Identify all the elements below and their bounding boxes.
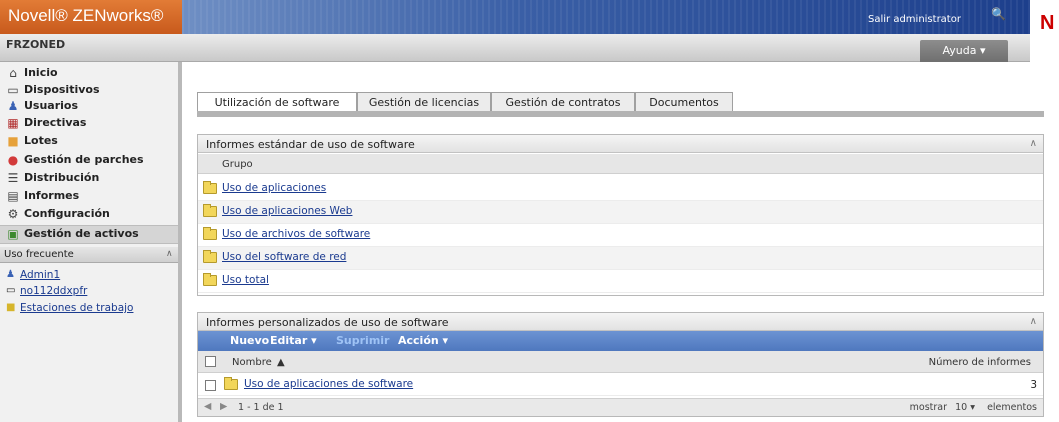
folder-icon (203, 250, 217, 263)
sidebar-item-distribucion[interactable]: Distribución (24, 171, 99, 187)
row-checkbox[interactable] (205, 380, 216, 391)
search-icon[interactable]: 🔍 (991, 7, 1006, 21)
group-column-header: Grupo (198, 154, 1043, 174)
frequent-item-workstations[interactable]: Estaciones de trabajo (20, 302, 133, 314)
reports-icon: ▤ (7, 189, 19, 203)
tab-gestion-licencias[interactable]: Gestión de licencias (357, 92, 491, 112)
folder-icon (203, 181, 217, 194)
next-page-icon[interactable]: ▶ (220, 401, 227, 412)
page-size-select[interactable]: 10 ▾ (955, 402, 975, 413)
frequent-item-admin1[interactable]: Admin1 (20, 269, 60, 281)
tab-documentos[interactable]: Documentos (635, 92, 733, 112)
folder-icon: ■ (6, 302, 16, 313)
table-row: Uso de aplicaciones Web (198, 201, 1043, 224)
report-link[interactable]: Uso de aplicaciones (222, 182, 326, 194)
frequent-item-device[interactable]: no112ddxpfr (20, 285, 87, 297)
user-icon: ♟ (6, 269, 15, 280)
sidebar-item-configuracion[interactable]: Configuración (24, 207, 110, 223)
device-icon: ▭ (7, 83, 19, 97)
logout-link[interactable]: Salir administrator (868, 14, 961, 25)
sidebar-item-gestion-parches[interactable]: Gestión de parches (24, 153, 144, 169)
report-link[interactable]: Uso de aplicaciones de software (244, 378, 413, 390)
patch-icon: ● (7, 153, 19, 167)
sidebar-item-directivas[interactable]: Directivas (24, 116, 86, 132)
action-toolbar: Nuevo Editar ▾ Suprimir Acción ▾ (198, 331, 1043, 351)
page-size-prefix: mostrar (909, 402, 947, 413)
computer-icon: ▭ (6, 285, 16, 296)
name-column-label[interactable]: Nombre (232, 357, 272, 368)
sidebar-item-usuarios[interactable]: Usuarios (24, 99, 78, 115)
standard-reports-panel: Informes estándar de uso de software ∧ G… (197, 134, 1044, 296)
app-title: Novell® ZENworks® (0, 0, 182, 34)
home-icon: ⌂ (9, 66, 17, 80)
asset-management-icon: ▣ (7, 227, 19, 241)
sort-ascending-icon[interactable]: ▲ (277, 357, 285, 368)
collapse-icon[interactable]: ∧ (1030, 316, 1037, 327)
table-row: Uso de archivos de software (198, 224, 1043, 247)
group-column-label: Grupo (222, 159, 253, 170)
action-menu[interactable]: Acción ▾ (398, 334, 448, 347)
sidebar-item-informes[interactable]: Informes (24, 189, 79, 205)
page-range: 1 - 1 de 1 (238, 402, 284, 413)
report-count: 3 (1030, 379, 1037, 391)
table-row: Uso de aplicaciones (198, 178, 1043, 201)
sidebar-item-dispositivos[interactable]: Dispositivos (24, 83, 100, 99)
bundle-icon: ■ (7, 134, 19, 148)
folder-icon (203, 273, 217, 286)
users-icon: ♟ (7, 99, 19, 113)
tab-utilizacion-software[interactable]: Utilización de software (197, 92, 357, 112)
sidebar-item-lotes[interactable]: Lotes (24, 134, 58, 150)
sidebar-item-inicio[interactable]: Inicio (24, 66, 58, 82)
report-link[interactable]: Uso total (222, 274, 269, 286)
count-column-label[interactable]: Número de informes (929, 357, 1031, 368)
frequent-use-header: Uso frecuente (0, 247, 178, 263)
table-row: Uso del software de red (198, 247, 1043, 270)
app-header: Novell® ZENworks® Salir administrator 🔍 … (0, 0, 1059, 34)
folder-icon (224, 377, 238, 390)
zone-bar: FRZONED (0, 34, 1030, 62)
select-all-checkbox[interactable] (205, 356, 216, 367)
collapse-icon[interactable]: ∧ (166, 249, 173, 259)
tab-underline (197, 111, 1044, 117)
table-row: Uso total (198, 270, 1043, 293)
previous-page-icon[interactable]: ◀ (204, 401, 211, 412)
standard-reports-title: Informes estándar de uso de software (198, 135, 1043, 153)
report-link[interactable]: Uso de archivos de software (222, 228, 370, 240)
report-link[interactable]: Uso del software de red (222, 251, 346, 263)
table-row: Uso de aplicaciones de software 3 (198, 374, 1043, 396)
delete-button[interactable]: Suprimir (336, 334, 389, 347)
sidebar-item-gestion-activos[interactable]: Gestión de activos (24, 227, 139, 243)
configuration-icon: ⚙ (7, 207, 19, 221)
collapse-icon[interactable]: ∧ (1030, 138, 1037, 149)
custom-table-header: Nombre ▲ Número de informes (198, 351, 1043, 373)
custom-reports-title: Informes personalizados de uso de softwa… (198, 313, 1043, 331)
report-link[interactable]: Uso de aplicaciones Web (222, 205, 352, 217)
help-button[interactable]: Ayuda ▾ (920, 40, 1008, 62)
edit-menu[interactable]: Editar ▾ (270, 334, 317, 347)
custom-reports-panel: Informes personalizados de uso de softwa… (197, 312, 1044, 417)
sidebar: ⌂ Inicio ▭ Dispositivos ♟ Usuarios ▦ Dir… (0, 62, 182, 422)
tab-gestion-contratos[interactable]: Gestión de contratos (491, 92, 635, 112)
folder-icon (203, 204, 217, 217)
policy-icon: ▦ (7, 116, 19, 130)
new-button[interactable]: Nuevo (230, 334, 269, 347)
deployment-icon: ☰ (7, 171, 19, 185)
novell-logo: N (1040, 12, 1055, 34)
pagination-bar: ◀ ▶ 1 - 1 de 1 mostrar 10 ▾ elementos (198, 398, 1043, 416)
page-size-suffix: elementos (987, 402, 1037, 413)
folder-icon (203, 227, 217, 240)
zone-name: FRZONED (6, 38, 66, 51)
